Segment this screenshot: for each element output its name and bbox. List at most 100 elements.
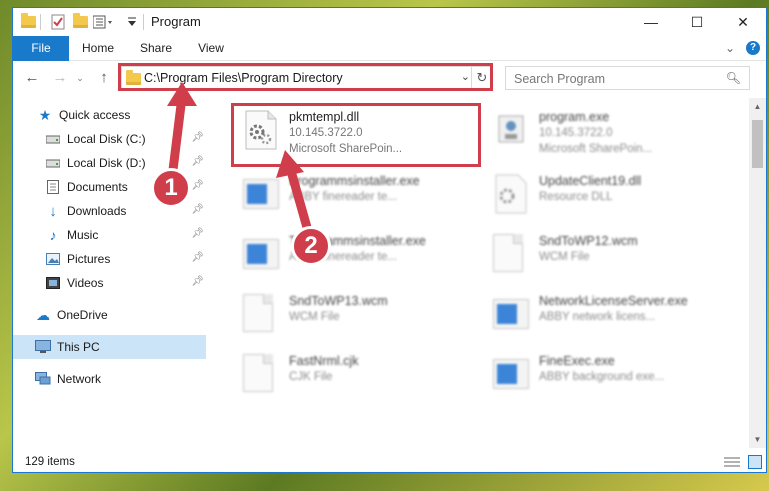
scroll-up-icon[interactable]: ▲ <box>749 98 766 115</box>
file-name: NetworkLicenseServer.exe <box>539 294 688 308</box>
pin-icon[interactable]: 📌︎ <box>191 204 204 215</box>
videos-icon <box>45 275 61 291</box>
sidebar-item-this-pc[interactable]: This PC <box>13 335 206 359</box>
file-version: 10.145.3722.0 <box>539 127 613 139</box>
sidebar-item-local-disk-c[interactable]: Local Disk (C:) 📌︎ <box>13 127 206 151</box>
exe-icon <box>493 110 529 150</box>
file-name: Programmsinstaller.exe <box>289 174 420 188</box>
pictures-icon <box>45 251 61 267</box>
star-icon: ★ <box>38 106 52 123</box>
sidebar-item-label: Local Disk (C:) <box>67 132 146 146</box>
file-item-tprogrammsinstaller-exe[interactable]: Tprogrammsinstaller.exe ABBY finereader … <box>223 228 463 284</box>
maximize-button[interactable]: ☐ <box>674 8 720 36</box>
sidebar-item-label: Local Disk (D:) <box>67 156 146 170</box>
item-count: 129 items <box>25 456 75 468</box>
network-icon <box>35 371 51 387</box>
pin-icon[interactable]: 📌︎ <box>191 132 204 143</box>
explorer-window: Program — ☐ ✕ File Home Share View ⌄ ? ←… <box>12 7 767 473</box>
divider <box>40 14 41 30</box>
document-icon <box>243 354 279 394</box>
ribbon: File Home Share View ⌄ ? <box>13 36 766 92</box>
pin-icon[interactable]: 📌︎ <box>191 180 204 191</box>
file-item-program-exe[interactable]: program.exe 10.145.3722.0 Microsoft Shar… <box>473 104 713 160</box>
sidebar-item-label: Quick access <box>59 108 131 122</box>
address-highlight-box <box>118 63 493 91</box>
details-view-icon[interactable] <box>724 456 740 468</box>
exe-icon <box>243 234 279 274</box>
document-icon <box>493 234 529 274</box>
file-highlight-box <box>231 103 481 167</box>
minimize-button[interactable]: — <box>628 8 674 36</box>
scroll-thumb[interactable] <box>752 120 763 168</box>
sidebar-item-label: Pictures <box>67 252 111 266</box>
document-icon <box>243 294 279 334</box>
file-name: program.exe <box>539 110 610 124</box>
customize-quick-access-icon[interactable] <box>93 13 119 31</box>
search-icon: 🔍︎ <box>725 71 741 85</box>
file-description: WCM File <box>289 311 340 323</box>
folder-icon <box>19 13 37 31</box>
back-arrow-icon[interactable]: ← <box>23 69 41 87</box>
file-description: WCM File <box>539 251 590 263</box>
tiles-view-icon[interactable] <box>748 455 762 469</box>
sidebar-item-pictures[interactable]: Pictures 📌︎ <box>13 247 206 271</box>
sidebar-item-music[interactable]: ♪ Music 📌︎ <box>13 223 206 247</box>
window-title: Program <box>151 14 201 29</box>
tab-home[interactable]: Home <box>75 36 121 60</box>
divider <box>143 14 144 30</box>
new-folder-icon[interactable] <box>71 13 89 31</box>
file-description: ABBY background exe... <box>539 371 665 383</box>
pin-icon[interactable]: 📌︎ <box>191 156 204 167</box>
search-box[interactable]: Search Program 🔍︎ <box>505 66 750 90</box>
sidebar-item-label: OneDrive <box>57 308 108 322</box>
properties-icon[interactable] <box>49 13 67 31</box>
exe-icon <box>493 354 529 394</box>
recent-locations-icon[interactable]: ⌄ <box>75 69 85 87</box>
file-name: SndToWP13.wcm <box>289 294 388 308</box>
forward-arrow-icon[interactable]: → <box>51 69 69 87</box>
file-description: Microsoft SharePoin... <box>539 143 653 155</box>
step-1-badge: 1 <box>151 168 191 208</box>
pin-icon[interactable]: 📌︎ <box>191 228 204 239</box>
search-input[interactable]: Search Program <box>514 72 605 86</box>
step-2-badge: 2 <box>291 226 331 266</box>
address-row: ← → ⌄ ↑ C:\Program Files\Program Directo… <box>13 61 766 95</box>
file-item-fineexec-exe[interactable]: FineExec.exe ABBY background exe... <box>473 348 713 404</box>
chevron-down-icon[interactable] <box>123 13 141 31</box>
music-icon: ♪ <box>49 227 57 243</box>
file-description: ABBY finereader te... <box>289 191 397 203</box>
help-icon[interactable]: ? <box>746 41 760 55</box>
sidebar-item-onedrive[interactable]: ☁ OneDrive <box>13 303 206 327</box>
exe-icon <box>493 294 529 334</box>
file-description: ABBY network licens... <box>539 311 656 323</box>
file-description: Resource DLL <box>539 191 613 203</box>
documents-icon <box>45 179 61 195</box>
file-item-updateclient19-dll[interactable]: UpdateClient19.dll Resource DLL <box>473 168 713 224</box>
pin-icon[interactable]: 📌︎ <box>191 252 204 263</box>
downloads-icon: ↓ <box>49 202 57 220</box>
sidebar-item-label: Downloads <box>67 204 127 218</box>
file-name: FastNrml.cjk <box>289 354 359 368</box>
up-arrow-icon[interactable]: ↑ <box>95 69 113 87</box>
drive-icon <box>45 155 61 171</box>
file-item-networklicenseserver-exe[interactable]: NetworkLicenseServer.exe ABBY network li… <box>473 288 713 344</box>
file-item-programmsinstaller-exe[interactable]: Programmsinstaller.exe ABBY finereader t… <box>223 168 463 224</box>
file-name: UpdateClient19.dll <box>539 174 642 188</box>
sidebar-item-network[interactable]: Network <box>13 367 206 391</box>
close-button[interactable]: ✕ <box>720 8 766 36</box>
file-name: SndToWP12.wcm <box>539 234 638 248</box>
expand-ribbon-icon[interactable]: ⌄ <box>722 36 738 60</box>
tab-view[interactable]: View <box>189 36 233 60</box>
pin-icon[interactable]: 📌︎ <box>191 276 204 287</box>
sidebar-item-label: Documents <box>67 180 128 194</box>
vertical-scrollbar[interactable]: ▲ ▼ <box>749 98 766 448</box>
sidebar-item-quick-access[interactable]: ★ Quick access <box>13 103 206 127</box>
navigation-pane: ★ Quick access Local Disk (C:) 📌︎ Local … <box>13 98 206 448</box>
tab-share[interactable]: Share <box>133 36 179 60</box>
file-item-sndtowp12-wcm[interactable]: SndToWP12.wcm WCM File <box>473 228 713 284</box>
file-item-sndtowp13-wcm[interactable]: SndToWP13.wcm WCM File <box>223 288 463 344</box>
sidebar-item-videos[interactable]: Videos 📌︎ <box>13 271 206 295</box>
scroll-down-icon[interactable]: ▼ <box>749 431 766 448</box>
file-item-fastnrml-cjk[interactable]: FastNrml.cjk CJK File <box>223 348 463 404</box>
cloud-icon: ☁ <box>36 306 50 323</box>
